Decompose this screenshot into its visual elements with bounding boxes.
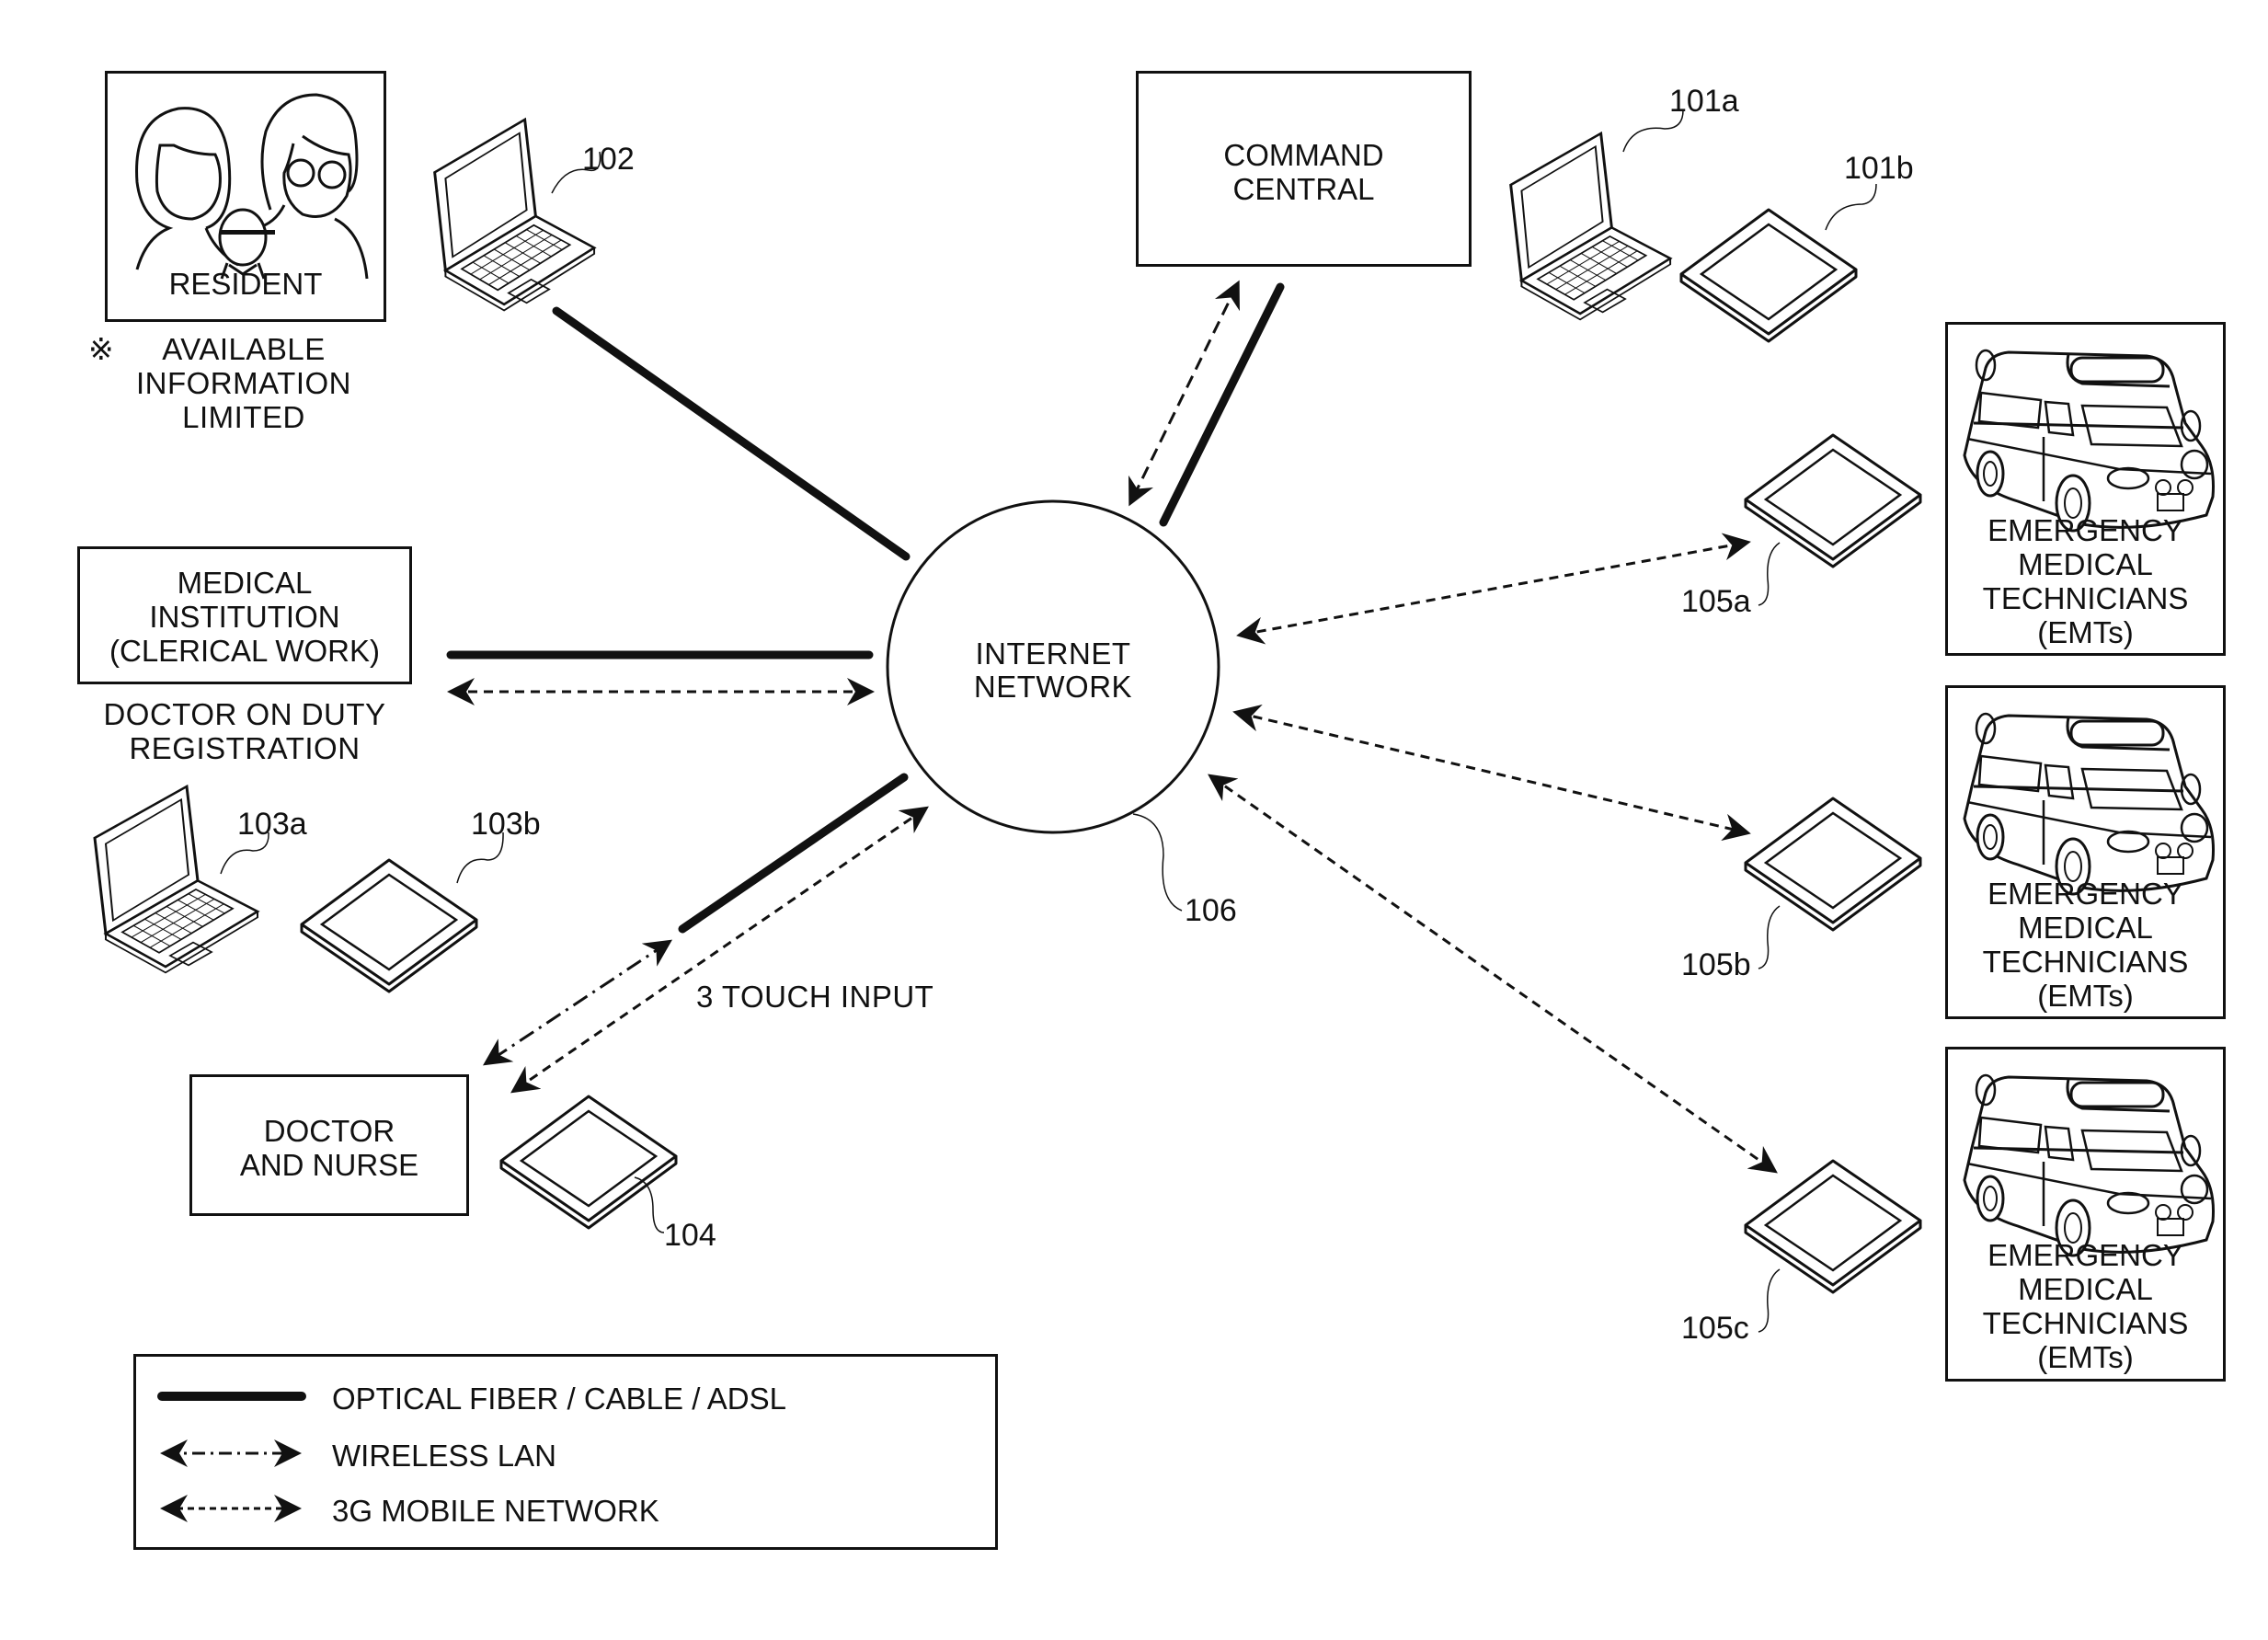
emt-node-1: EMERGENCY MEDICAL TECHNICIANS (EMTs) [1945,322,2226,656]
leader-line-106 [1132,813,1183,912]
ref-label-101a: 101a [1669,84,1739,119]
doctor-nurse-label-line-1: DOCTOR [263,1114,395,1148]
ref-label-105c: 105c [1681,1311,1749,1346]
tablet-icon-103b [300,858,478,993]
ref-label-105b: 105b [1681,947,1751,982]
emt-2-label-line-4: (EMTs) [2037,979,2134,1013]
emt-node-3: EMERGENCY MEDICAL TECHNICIANS (EMTs) [1945,1047,2226,1382]
legend-row-fiber: OPTICAL FIBER / CABLE / ADSL [136,1381,995,1417]
note-symbol: ※ [88,332,115,366]
emt-1-label-line-3: TECHNICIANS [1982,581,2189,615]
emt-3-label-line-4: (EMTs) [2037,1340,2134,1374]
resident-node: RESIDENT [105,71,386,322]
ref-label-103a: 103a [237,807,307,842]
ref-label-105a: 105a [1681,584,1751,619]
emt-node-2: EMERGENCY MEDICAL TECHNICIANS (EMTs) [1945,685,2226,1019]
emt-1-label-line-1: EMERGENCY [1987,513,2183,547]
tablet-icon-105a [1744,433,1922,568]
internet-network-label-line-2: NETWORK [973,670,1133,704]
emt-3-label-line-1: EMERGENCY [1987,1238,2183,1272]
legend-row-wireless-lan: WIRELESS LAN [136,1438,995,1474]
leader-line-105b [1758,905,1781,969]
laptop-icon-101a [1509,132,1672,321]
ref-label-101b: 101b [1844,151,1914,186]
legend-row-3g: 3G MOBILE NETWORK [136,1493,995,1530]
resident-note-line-1: AVAILABLE [162,332,326,366]
3g-arrow-emt-105a [1236,533,1751,645]
leader-line-105c [1758,1268,1781,1333]
emt-3-label-line-3: TECHNICIANS [1982,1306,2189,1340]
internet-network-label-line-1: INTERNET [975,637,1131,671]
emt-1-label-line-2: MEDICAL [2018,547,2153,581]
resident-label: RESIDENT [168,267,323,301]
leader-line-105a [1758,542,1781,606]
ref-label-106: 106 [1185,893,1237,928]
medical-institution-label-line-3: (CLERICAL WORK) [109,634,380,668]
emt-1-label-line-4: (EMTs) [2037,615,2134,649]
tablet-icon-105b [1744,797,1922,932]
resident-note-line-2: INFORMATION [135,366,352,400]
emt-3-label-line-2: MEDICAL [2018,1272,2153,1306]
medical-institution-caption-line-2: REGISTRATION [129,731,361,765]
ambulance-icon [1963,712,2215,896]
wireless-lan-arrow-doctor-nurse [482,939,673,1066]
ambulance-icon [1963,1073,2215,1257]
leader-line-101b [1825,183,1877,231]
tablet-icon-101b [1679,208,1858,343]
3g-arrow-command-central [1128,280,1240,507]
legend-label-wireless-lan: WIRELESS LAN [332,1439,556,1473]
ref-label-103b: 103b [471,807,541,842]
doctor-nurse-label-line-2: AND NURSE [239,1148,419,1182]
ref-label-104: 104 [664,1218,716,1253]
tablet-icon-105c [1744,1159,1922,1294]
family-icon [135,93,369,281]
tablet-icon-104 [499,1095,678,1230]
command-central-label-line-1: COMMAND [1223,138,1384,172]
touch-input-caption: 3 TOUCH INPUT [696,980,934,1014]
emt-2-label-line-2: MEDICAL [2018,911,2153,945]
emt-2-label-line-3: TECHNICIANS [1982,945,2189,979]
fiber-line-doctor-nurse [678,773,909,934]
laptop-icon-103a [93,785,259,974]
fiber-line-resident [552,306,911,561]
ambulance-icon [1963,349,2215,533]
medical-institution-label-line-2: INSTITUTION [149,600,340,634]
medical-institution-node: MEDICAL INSTITUTION (CLERICAL WORK) [77,546,412,684]
doctor-nurse-node: DOCTOR AND NURSE [189,1074,469,1216]
3g-arrow-doctor-nurse [510,806,929,1094]
fiber-line-command-central [1159,282,1285,527]
ref-label-102: 102 [582,142,635,177]
resident-note-line-3: LIMITED [182,400,305,434]
leader-line-104 [634,1176,665,1233]
3g-arrow-emt-105b [1232,704,1751,842]
legend-label-fiber: OPTICAL FIBER / CABLE / ADSL [332,1382,786,1416]
medical-institution-label-line-1: MEDICAL [177,566,313,600]
emt-2-label-line-1: EMERGENCY [1987,877,2183,911]
legend: OPTICAL FIBER / CABLE / ADSL WIRELESS LA… [133,1354,998,1550]
legend-label-3g: 3G MOBILE NETWORK [332,1494,659,1528]
medical-institution-caption-line-1: DOCTOR ON DUTY [103,697,386,731]
command-central-node: COMMAND CENTRAL [1136,71,1472,267]
laptop-icon-102 [433,118,596,312]
command-central-label-line-2: CENTRAL [1232,172,1375,206]
